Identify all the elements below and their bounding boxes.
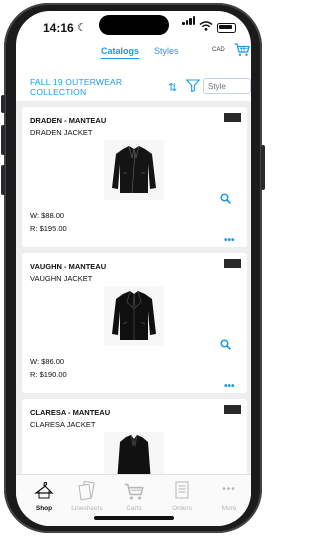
wifi-icon (199, 21, 213, 31)
wholesale-price: W: $88.00 (30, 211, 65, 220)
jacket-image (112, 290, 156, 340)
retail-price: R: $190.00 (30, 370, 67, 379)
product-card[interactable]: VAUGHN - MANTEAU VAUGHN JACKET W: $86.00… (22, 253, 247, 393)
product-list[interactable]: DRADEN - MANTEAU DRADEN JACKET W: $88.00… (16, 101, 251, 474)
product-image[interactable] (104, 286, 164, 346)
product-subtitle: CLARESA JACKET (30, 420, 96, 429)
tab-more-label: More (221, 505, 237, 512)
status-time: 14:16 (43, 21, 74, 35)
home-indicator (94, 516, 174, 520)
color-swatch (224, 113, 241, 122)
filter-icon[interactable] (186, 79, 200, 92)
color-swatch (224, 259, 241, 268)
retail-price: R: $195.00 (30, 224, 67, 233)
app-screen: 14:16 ☾ Catalogs Styles CAD FALL 19 OUTE… (16, 11, 251, 526)
order-list-icon (175, 481, 189, 499)
side-button (261, 145, 265, 190)
color-swatch (224, 405, 241, 414)
more-options-icon[interactable]: ••• (224, 381, 235, 392)
tab-orders-label: Orders (172, 505, 192, 512)
more-options-icon[interactable]: ••• (224, 235, 235, 246)
product-name: VAUGHN - MANTEAU (30, 262, 107, 271)
tab-catalogs[interactable]: Catalogs (101, 46, 140, 59)
cart-icon[interactable] (234, 43, 250, 57)
documents-icon (78, 481, 95, 501)
notch (99, 15, 169, 35)
tab-shop-label: Shop (35, 505, 53, 512)
battery-icon (217, 23, 236, 33)
hanger-icon (34, 481, 54, 499)
zoom-icon[interactable] (220, 339, 231, 350)
more-dots-icon: ••• (222, 484, 236, 495)
collection-title[interactable]: FALL 19 OUTERWEAR COLLECTION (30, 77, 170, 97)
side-button (1, 165, 5, 195)
zoom-icon[interactable] (220, 193, 231, 204)
product-image[interactable] (104, 140, 164, 200)
coat-image (117, 434, 151, 474)
jacket-image (112, 145, 156, 194)
status-bar: 14:16 ☾ (16, 11, 251, 41)
cart-icon (124, 483, 144, 500)
product-name: CLARESA - MANTEAU (30, 408, 111, 417)
tab-carts-label: Carts (126, 505, 142, 512)
product-subtitle: DRADEN JACKET (30, 128, 93, 137)
wholesale-price: W: $86.00 (30, 357, 65, 366)
moon-icon: ☾ (77, 22, 87, 34)
product-card[interactable]: CLARESA - MANTEAU CLARESA JACKET (22, 399, 247, 474)
tab-linesheets-label: Linesheets (71, 505, 103, 512)
side-button (1, 125, 5, 155)
product-subtitle: VAUGHN JACKET (30, 274, 93, 283)
product-card[interactable]: DRADEN - MANTEAU DRADEN JACKET W: $88.00… (22, 107, 247, 247)
sort-icon[interactable]: ⇅ (168, 81, 177, 94)
side-button (1, 95, 5, 113)
tab-styles[interactable]: Styles (154, 46, 179, 56)
product-name: DRADEN - MANTEAU (30, 116, 107, 125)
product-image[interactable] (104, 432, 164, 474)
style-search-input[interactable] (203, 78, 251, 94)
currency-label[interactable]: CAD (212, 47, 225, 53)
